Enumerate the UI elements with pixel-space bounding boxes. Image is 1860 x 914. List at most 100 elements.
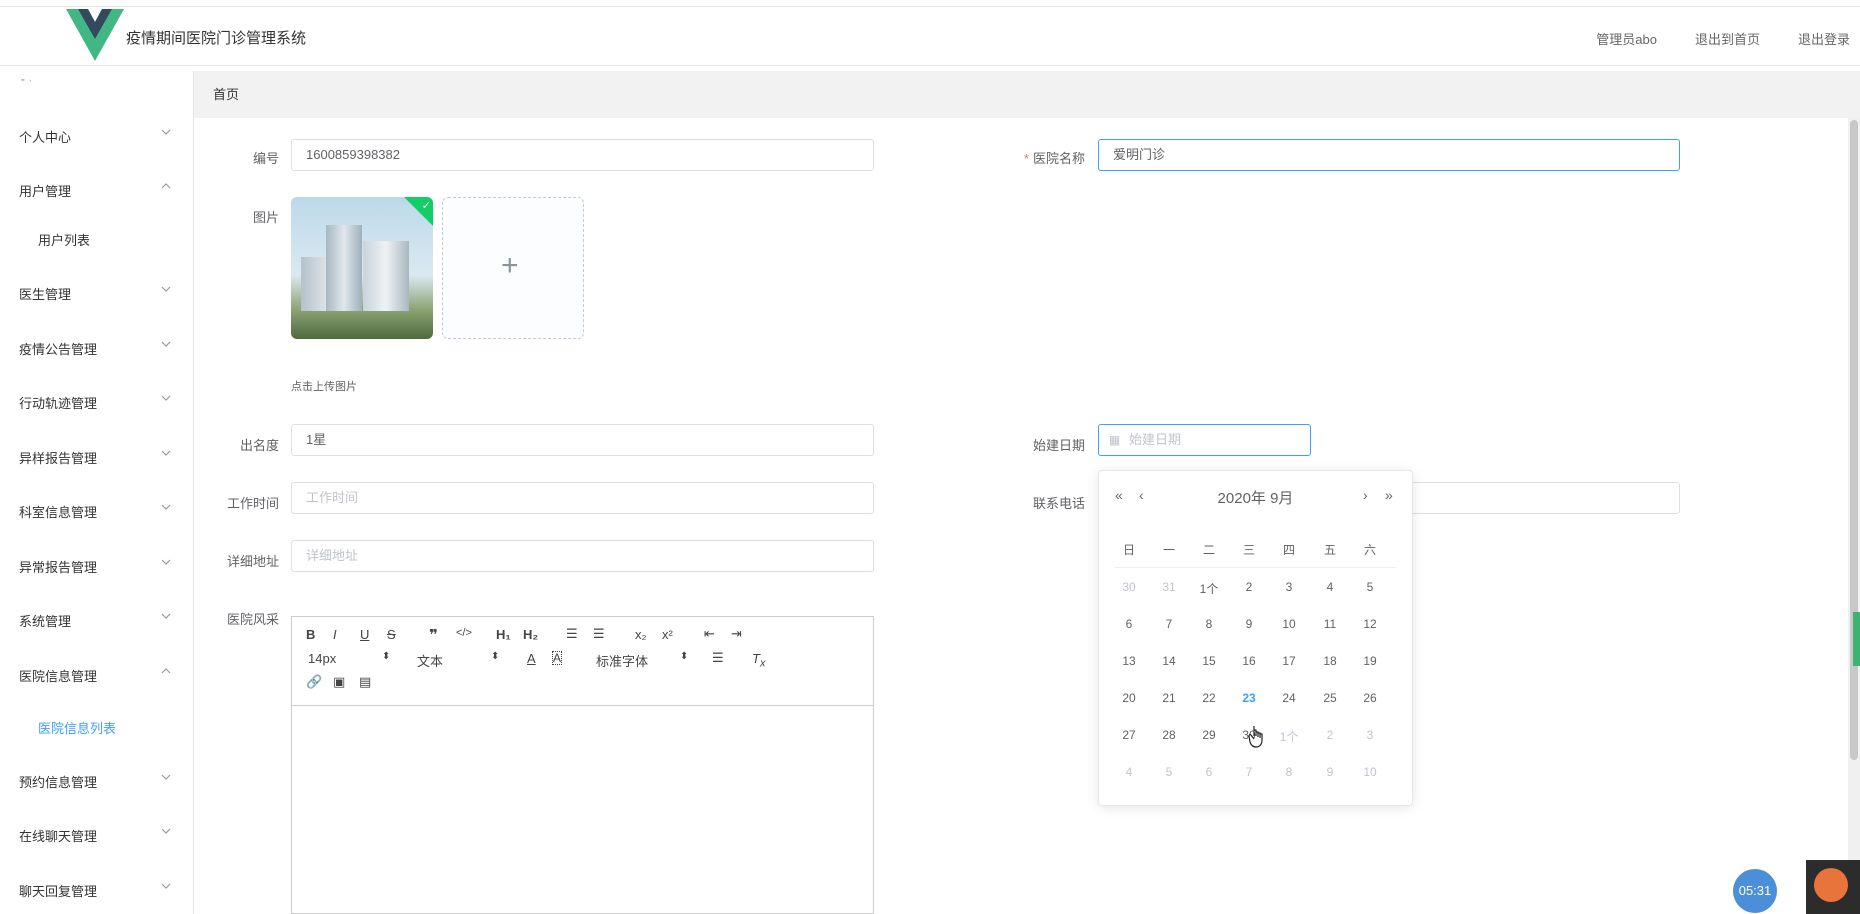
sidebar-item-online-chat[interactable]: 在线聊天管理 bbox=[0, 814, 193, 854]
calendar-day[interactable]: 3 bbox=[1350, 728, 1390, 742]
back-to-home-link[interactable]: 退出到首页 bbox=[1695, 29, 1760, 48]
weekday-label: 五 bbox=[1323, 543, 1336, 557]
address-field[interactable]: 详细地址 bbox=[291, 540, 874, 572]
bullet-list-icon[interactable]: ☰ bbox=[593, 626, 605, 642]
calendar-day[interactable]: 7 bbox=[1149, 617, 1189, 631]
calendar-day[interactable]: 11 bbox=[1310, 617, 1350, 631]
sidebar-item-user-list[interactable]: 用户列表 bbox=[0, 218, 193, 258]
font-size-select[interactable]: 14px ⬍ bbox=[308, 651, 390, 666]
calendar-day[interactable]: 26 bbox=[1350, 691, 1390, 705]
calendar-day[interactable]: 8 bbox=[1269, 765, 1309, 779]
calendar-day[interactable]: 3 bbox=[1269, 580, 1309, 594]
logout-link[interactable]: 退出登录 bbox=[1798, 29, 1850, 48]
hospital-name-field[interactable]: 爱明门诊 bbox=[1098, 139, 1680, 171]
calendar-day[interactable]: 31 bbox=[1149, 580, 1189, 594]
next-month-icon[interactable]: › bbox=[1363, 487, 1368, 503]
calendar-day[interactable]: 10 bbox=[1269, 617, 1309, 631]
calendar-day[interactable]: 27 bbox=[1109, 728, 1149, 742]
sidebar-item-system-management[interactable]: 系统管理 bbox=[0, 599, 193, 639]
sidebar-item-appointment-info[interactable]: 预约信息管理 bbox=[0, 760, 193, 800]
heading1-icon[interactable]: H₁ bbox=[496, 627, 511, 642]
sidebar-item-epidemic-notice[interactable]: 疫情公告管理 bbox=[0, 327, 193, 367]
sidebar-item-hospital-info-list[interactable]: 医院信息列表 bbox=[0, 706, 193, 746]
calendar-day[interactable]: 10 bbox=[1350, 765, 1390, 779]
calendar-day[interactable]: 28 bbox=[1149, 728, 1189, 742]
calendar-day[interactable]: 23 bbox=[1229, 691, 1269, 705]
code-field[interactable]: 1600859398382 bbox=[291, 139, 874, 171]
background-color-icon[interactable]: A bbox=[552, 651, 563, 665]
app-title: 疫情期间医院门诊管理系统 bbox=[126, 30, 307, 47]
indent-icon[interactable]: ⇥ bbox=[731, 626, 742, 642]
calendar-day[interactable]: 9 bbox=[1310, 765, 1350, 779]
sidebar-item-chat-reply[interactable]: 聊天回复管理 bbox=[0, 869, 193, 909]
next-year-icon[interactable]: » bbox=[1385, 487, 1393, 503]
outdent-icon[interactable]: ⇤ bbox=[704, 626, 715, 642]
align-icon[interactable]: ☰ bbox=[712, 650, 724, 666]
calendar-day[interactable]: 29 bbox=[1189, 728, 1229, 742]
strikethrough-icon[interactable]: S bbox=[387, 627, 396, 642]
calendar-day[interactable]: 21 bbox=[1149, 691, 1189, 705]
calendar-day[interactable]: 24 bbox=[1269, 691, 1309, 705]
calendar-day[interactable]: 5 bbox=[1149, 765, 1189, 779]
calendar-day[interactable]: 17 bbox=[1269, 654, 1309, 668]
sidebar-item-personal-center[interactable]: 个人中心 bbox=[0, 115, 193, 155]
work-time-field[interactable]: 工作时间 bbox=[291, 482, 874, 514]
bold-icon[interactable]: B bbox=[306, 627, 315, 642]
calendar-day[interactable]: 22 bbox=[1189, 691, 1229, 705]
text-type-select[interactable]: 文本 ⬍ bbox=[417, 651, 499, 670]
calendar-day[interactable]: 30 bbox=[1109, 580, 1149, 594]
heading2-icon[interactable]: H₂ bbox=[523, 627, 538, 642]
calendar-day[interactable]: 20 bbox=[1109, 691, 1149, 705]
calendar-day[interactable]: 14 bbox=[1149, 654, 1189, 668]
video-icon[interactable]: ▤ bbox=[359, 674, 371, 690]
rich-text-editor[interactable]: B I U S ❞ </> H₁ H₂ ☰ ☰ x₂ x² ⇤ ⇥ 14px ⬍… bbox=[291, 616, 874, 914]
code-icon[interactable]: </> bbox=[456, 627, 472, 639]
side-tab-handle[interactable] bbox=[1853, 612, 1860, 666]
calendar-day[interactable]: 7 bbox=[1229, 765, 1269, 779]
ordered-list-icon[interactable]: ☰ bbox=[566, 626, 578, 642]
calendar-day[interactable]: 6 bbox=[1109, 617, 1149, 631]
uploaded-hospital-image[interactable]: ✓ bbox=[291, 197, 433, 339]
calendar-day[interactable]: 1个 bbox=[1189, 580, 1229, 597]
calendar-day[interactable]: 15 bbox=[1189, 654, 1229, 668]
calendar-day[interactable]: 4 bbox=[1310, 580, 1350, 594]
italic-icon[interactable]: I bbox=[333, 627, 337, 642]
superscript-icon[interactable]: x² bbox=[662, 627, 673, 642]
build-date-field[interactable]: ▦ 始建日期 bbox=[1098, 424, 1311, 456]
calendar-day[interactable]: 9 bbox=[1229, 617, 1269, 631]
sidebar-item-track-management[interactable]: 行动轨迹管理 bbox=[0, 381, 193, 421]
calendar-day[interactable]: 12 bbox=[1350, 617, 1390, 631]
timer-badge[interactable]: 05:31 bbox=[1733, 869, 1777, 913]
breadcrumb[interactable]: 首页 bbox=[213, 84, 239, 103]
calendar-day[interactable]: 18 bbox=[1310, 654, 1350, 668]
recorder-widget[interactable] bbox=[1806, 860, 1860, 914]
fame-field[interactable]: 1星 bbox=[291, 424, 874, 456]
calendar-day[interactable]: 25 bbox=[1310, 691, 1350, 705]
sidebar-item-abnormal-report[interactable]: 异常报告管理 bbox=[0, 545, 193, 585]
link-icon[interactable]: 🔗 bbox=[306, 674, 322, 690]
calendar-day[interactable]: 2 bbox=[1310, 728, 1350, 742]
calendar-day[interactable]: 19 bbox=[1350, 654, 1390, 668]
sidebar-item-anomaly-report[interactable]: 异样报告管理 bbox=[0, 436, 193, 476]
sidebar-item-department-info[interactable]: 科室信息管理 bbox=[0, 490, 193, 530]
calendar-day[interactable]: 5 bbox=[1350, 580, 1390, 594]
blockquote-icon[interactable]: ❞ bbox=[429, 626, 438, 644]
image-upload-button[interactable]: + bbox=[442, 197, 584, 339]
calendar-day[interactable]: 6 bbox=[1189, 765, 1229, 779]
subscript-icon[interactable]: x₂ bbox=[635, 627, 647, 642]
calendar-day[interactable]: 1个 bbox=[1269, 728, 1309, 745]
calendar-day[interactable]: 8 bbox=[1189, 617, 1229, 631]
admin-user-link[interactable]: 管理员abo bbox=[1596, 29, 1657, 48]
sidebar-item-hospital-info[interactable]: 医院信息管理 bbox=[0, 654, 193, 694]
calendar-day[interactable]: 16 bbox=[1229, 654, 1269, 668]
underline-icon[interactable]: U bbox=[360, 627, 369, 642]
clear-format-icon[interactable]: Tx bbox=[752, 651, 765, 670]
calendar-day[interactable]: 13 bbox=[1109, 654, 1149, 668]
calendar-day[interactable]: 4 bbox=[1109, 765, 1149, 779]
image-icon[interactable]: ▣ bbox=[333, 674, 345, 690]
font-color-icon[interactable]: A bbox=[527, 651, 536, 666]
calendar-day[interactable]: 2 bbox=[1229, 580, 1269, 594]
sidebar-item-user-management[interactable]: 用户管理 bbox=[0, 169, 193, 209]
font-family-select[interactable]: 标准字体 ⬍ bbox=[596, 651, 688, 670]
sidebar-item-doctor-management[interactable]: 医生管理 bbox=[0, 272, 193, 312]
